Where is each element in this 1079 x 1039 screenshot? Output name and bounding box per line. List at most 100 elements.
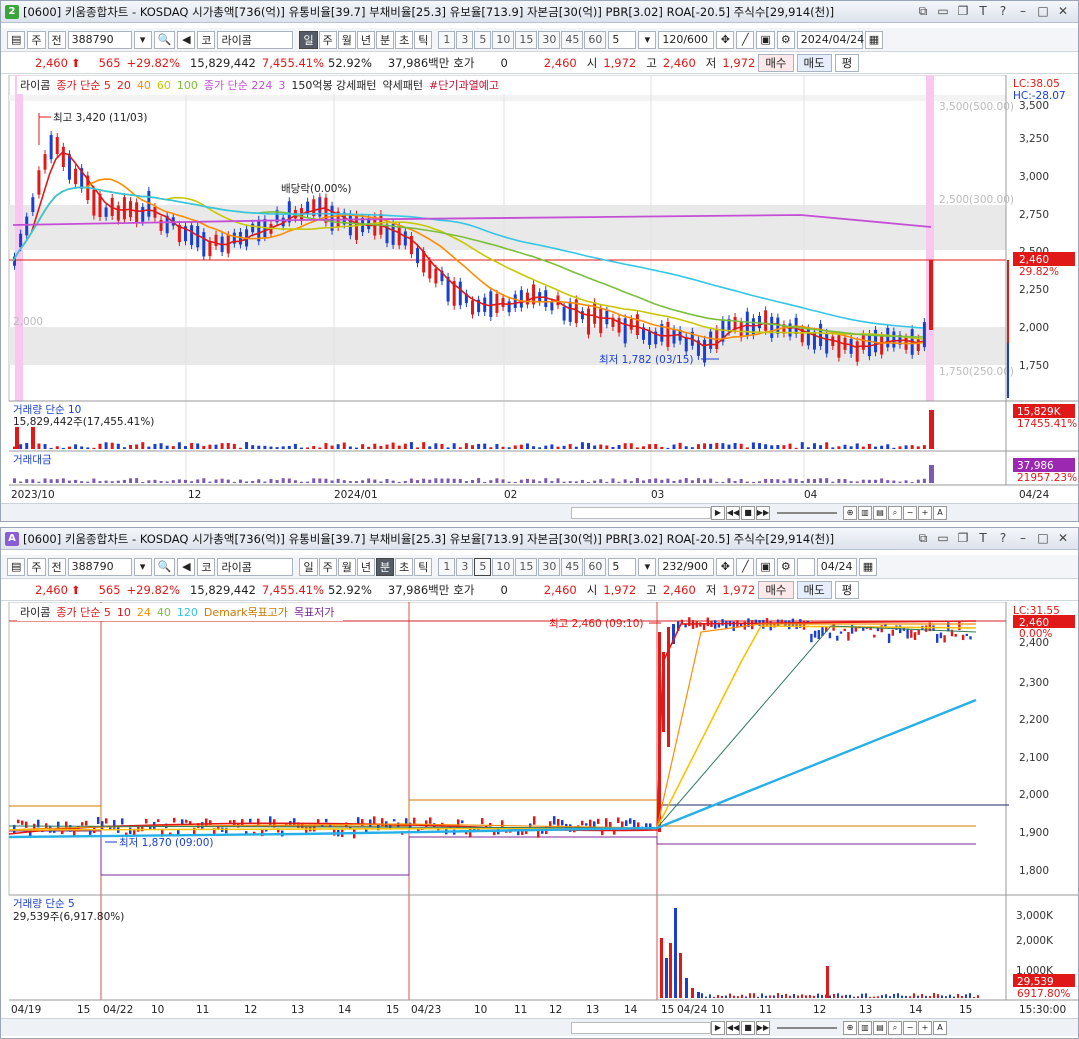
legend-item-4[interactable]: 60 — [157, 79, 171, 92]
legend-item-2[interactable]: 10 — [117, 606, 131, 619]
eval-button[interactable]: 평 — [834, 53, 860, 72]
tools-icon[interactable]: ✥ — [716, 30, 735, 49]
period-tab-1[interactable]: 주 — [318, 30, 337, 49]
legend-item-4[interactable]: 40 — [157, 606, 171, 619]
interval-4[interactable]: 15 — [515, 30, 538, 49]
font-icon[interactable]: T — [976, 531, 990, 546]
period-tab-2[interactable]: 월 — [337, 30, 356, 49]
scroll-right-icon[interactable]: ▶ — [711, 505, 725, 520]
code-input[interactable]: 388790 — [67, 557, 132, 576]
interval-1[interactable]: 3 — [456, 30, 474, 49]
interval-0[interactable]: 1 — [438, 30, 456, 49]
help-icon[interactable]: ? — [996, 531, 1010, 546]
sound-icon[interactable]: ◀ — [177, 557, 196, 576]
draw-icon[interactable]: ╱ — [736, 30, 755, 49]
calendar-icon[interactable]: ▦ — [864, 30, 884, 49]
interval-5[interactable]: 30 — [538, 557, 561, 576]
date-input[interactable]: 2024/04/24 — [796, 30, 864, 49]
scope-select[interactable]: 전 — [47, 30, 66, 49]
legend-item-1[interactable]: 종가 단순 5 — [56, 606, 110, 619]
top-scroll-bar[interactable]: ▶ ◀◀ ■ ▶▶ ⊕ ▥ ▤ ⌕ − + A — [1, 503, 1078, 521]
interval-n-input[interactable]: 5 — [608, 557, 637, 576]
interval-2[interactable]: 5 — [474, 557, 492, 576]
interval-6[interactable]: 45 — [561, 30, 584, 49]
magnify-icon[interactable]: ⌕ — [888, 1020, 902, 1035]
minus-icon[interactable]: − — [903, 505, 917, 520]
date-input[interactable]: 04/24 — [816, 557, 857, 576]
link-icon[interactable]: ⧉ — [916, 531, 930, 546]
bottom-titlebar[interactable]: A [0600] 키움종합차트 - KOSDAQ 시가총액[736(억)] 유통… — [1, 528, 1078, 550]
period-tab-5[interactable]: 초 — [395, 30, 414, 49]
sell-button[interactable]: 매도 — [796, 580, 832, 599]
calendar-icon[interactable]: ▦ — [858, 557, 878, 576]
stock-name-field[interactable]: 라이콤 — [217, 557, 294, 576]
layout-a-icon[interactable]: ▥ — [858, 505, 872, 520]
plus-icon[interactable]: + — [918, 505, 932, 520]
legend-item-6[interactable]: 종가 단순 224 — [204, 79, 272, 92]
maximize-icon[interactable]: □ — [1036, 4, 1050, 19]
kind-select[interactable]: 주 — [27, 30, 46, 49]
plus-icon[interactable]: + — [918, 1020, 932, 1035]
minus-icon[interactable]: − — [903, 1020, 917, 1035]
period-tab-3[interactable]: 년 — [356, 30, 375, 49]
maximize-icon[interactable]: □ — [1036, 531, 1050, 546]
layout-icon[interactable]: ▤ — [7, 557, 26, 576]
buy-button[interactable]: 매수 — [758, 53, 794, 72]
period-tab-6[interactable]: 틱 — [414, 557, 433, 576]
buy-button[interactable]: 매수 — [758, 580, 794, 599]
link-icon[interactable]: ⧉ — [916, 4, 930, 19]
text-a-icon[interactable]: A — [933, 1020, 947, 1035]
count-input[interactable]: 120/600 — [658, 30, 715, 49]
interval-0[interactable]: 1 — [438, 557, 456, 576]
scroll-track[interactable] — [571, 506, 711, 519]
save-icon[interactable]: ▣ — [756, 557, 775, 576]
period-tab-4[interactable]: 분 — [375, 30, 395, 49]
magnify-icon[interactable]: ⌕ — [888, 505, 902, 520]
legend-item-0[interactable]: 라이콤 — [20, 79, 50, 92]
search-icon[interactable]: 🔍 — [153, 557, 176, 576]
save-icon[interactable]: ▣ — [756, 30, 775, 49]
zoom-slider[interactable] — [777, 1026, 837, 1029]
layout-icon[interactable]: ▤ — [7, 30, 26, 49]
period-tab-6[interactable]: 틱 — [414, 30, 433, 49]
period-tab-4[interactable]: 분 — [375, 557, 395, 576]
legend-item-7[interactable]: 3 — [278, 79, 285, 92]
settings-gear-icon[interactable]: ⚙ — [776, 557, 795, 576]
interval-4[interactable]: 15 — [515, 557, 538, 576]
close-icon[interactable]: ✕ — [1056, 4, 1070, 19]
zoom-slider[interactable] — [777, 511, 837, 514]
scroll-right-icon[interactable]: ▶ — [711, 1020, 725, 1035]
interval-7[interactable]: 60 — [584, 30, 607, 49]
legend-item-3[interactable]: 40 — [137, 79, 151, 92]
market-icon[interactable]: 코 — [197, 557, 216, 576]
kind-select[interactable]: 주 — [27, 557, 46, 576]
period-tab-2[interactable]: 월 — [337, 557, 356, 576]
interval-6[interactable]: 45 — [561, 557, 584, 576]
scope-select[interactable]: 전 — [47, 557, 66, 576]
stop-icon[interactable]: ■ — [741, 505, 755, 520]
rewind-icon[interactable]: ◀◀ — [726, 1020, 740, 1035]
forward-icon[interactable]: ▶▶ — [756, 505, 770, 520]
interval-1[interactable]: 3 — [456, 557, 474, 576]
zoom-icon[interactable]: ⊕ — [843, 1020, 857, 1035]
zoom-icon[interactable]: ⊕ — [843, 505, 857, 520]
top-price-chart[interactable]: 3,5003,2503,0002,7502,5002,2502,0001,750… — [1, 75, 1079, 503]
period-tab-3[interactable]: 년 — [356, 557, 375, 576]
interval-5[interactable]: 30 — [538, 30, 561, 49]
interval-2[interactable]: 5 — [474, 30, 492, 49]
font-icon[interactable]: T — [976, 4, 990, 19]
top-titlebar[interactable]: 2 [0600] 키움종합차트 - KOSDAQ 시가총액[736(억)] 유통… — [1, 1, 1078, 23]
minimize-all-icon[interactable]: ▭ — [936, 531, 950, 546]
sell-button[interactable]: 매도 — [796, 53, 832, 72]
sound-icon[interactable]: ◀ — [177, 30, 196, 49]
scroll-track[interactable] — [571, 1021, 711, 1034]
eval-button[interactable]: 평 — [834, 580, 860, 599]
n-dropdown-icon[interactable]: ▾ — [638, 557, 657, 576]
legend-item-3[interactable]: 24 — [137, 606, 151, 619]
settings-gear-icon[interactable]: ⚙ — [776, 30, 795, 49]
period-tab-0[interactable]: 일 — [299, 557, 318, 576]
legend-item-0[interactable]: 라이콤 — [20, 606, 50, 619]
layout-a-icon[interactable]: ▥ — [858, 1020, 872, 1035]
period-tab-0[interactable]: 일 — [299, 30, 318, 49]
n-dropdown-icon[interactable]: ▾ — [638, 30, 657, 49]
